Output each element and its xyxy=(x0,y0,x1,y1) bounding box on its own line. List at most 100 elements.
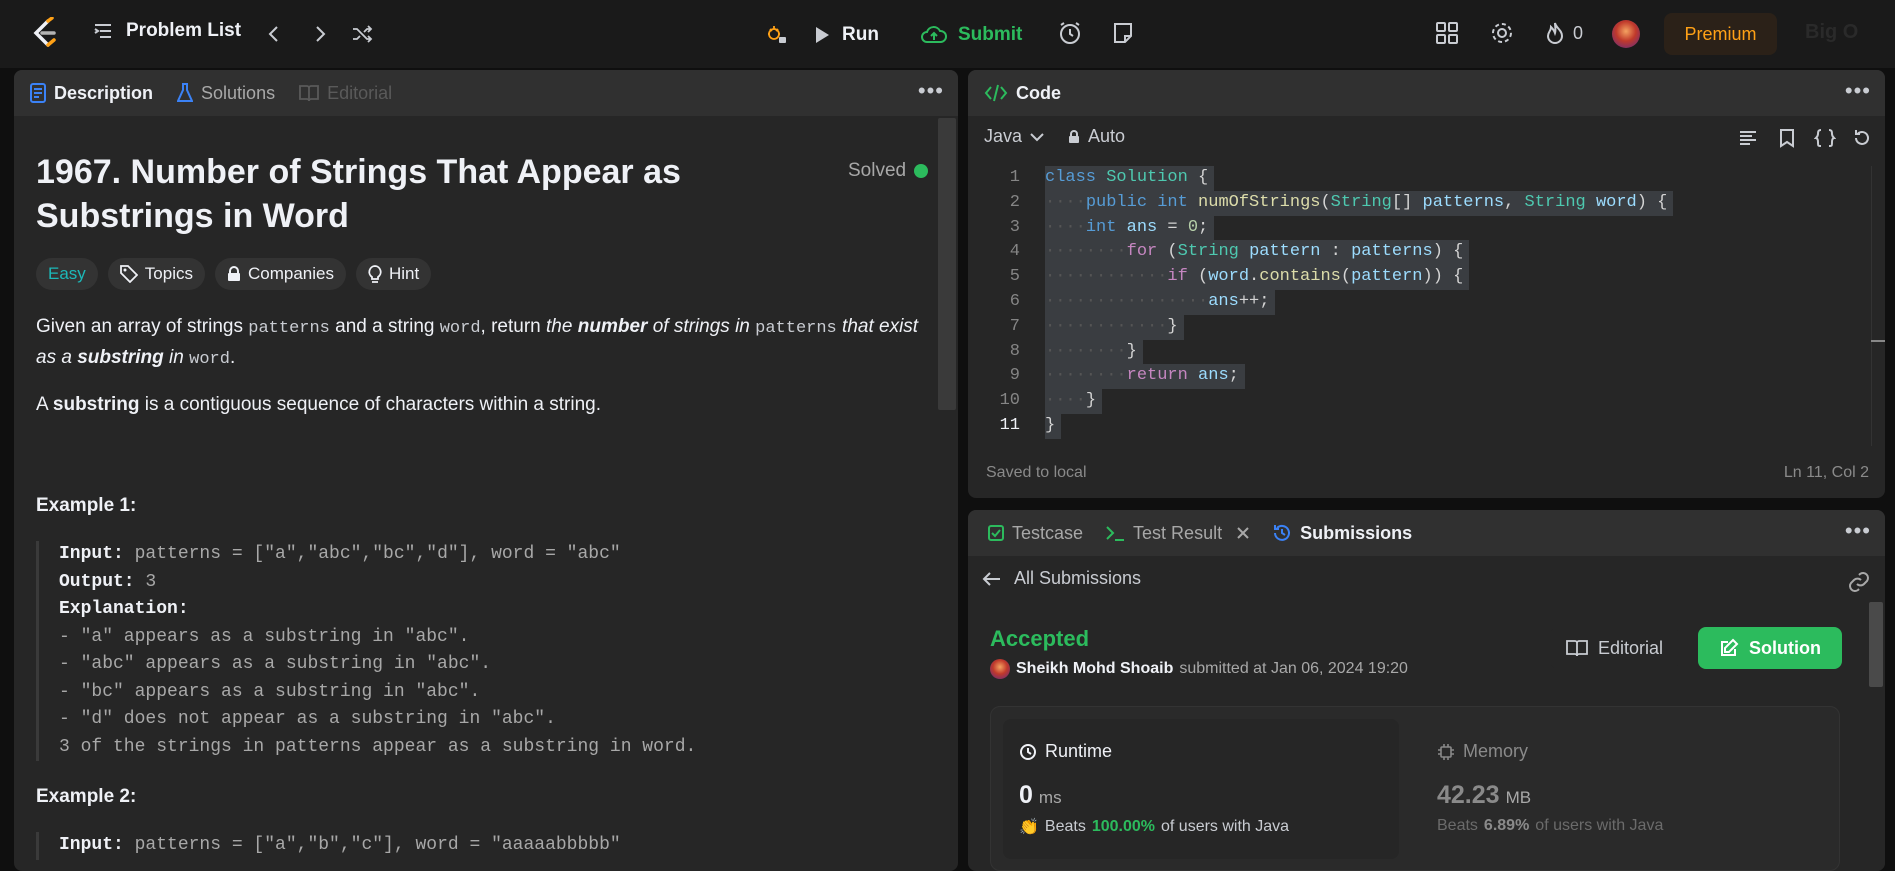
inline-code: patterns xyxy=(755,319,837,338)
statement-bold: number xyxy=(577,316,648,337)
code-scrollbar-marker xyxy=(1871,340,1885,342)
code-more-icon[interactable]: ••• xyxy=(1845,78,1871,104)
run-button[interactable]: Run xyxy=(812,16,879,54)
book-icon xyxy=(1566,640,1588,657)
topics-tag[interactable]: Topics xyxy=(107,258,205,290)
clock-icon xyxy=(1020,743,1036,760)
leetcode-logo-icon[interactable] xyxy=(28,17,60,51)
runtime-beats: 👏 Beats 100.00% of users with Java xyxy=(1019,817,1289,837)
code-line: ····public int numOfStrings(String[] pat… xyxy=(1045,190,1674,216)
problem-list-button[interactable]: Problem List xyxy=(92,20,241,42)
close-icon[interactable] xyxy=(1236,526,1250,540)
companies-tag[interactable]: Companies xyxy=(214,258,346,290)
submissions-more-icon[interactable]: ••• xyxy=(1845,518,1871,544)
memory-card[interactable]: Memory 42.23 MB Beats 6.89% of users with… xyxy=(1421,719,1817,859)
editorial-button[interactable]: Editorial xyxy=(1550,627,1680,669)
code-line: ············} xyxy=(1045,314,1184,340)
tag-icon xyxy=(119,265,138,283)
format-icon[interactable] xyxy=(1738,128,1758,148)
statement-italic: the xyxy=(546,316,578,337)
book-icon xyxy=(299,85,319,102)
tab-solutions-label: Solutions xyxy=(201,82,276,103)
user-avatar[interactable] xyxy=(1612,20,1640,48)
debugger-icon[interactable] xyxy=(764,22,788,46)
description-panel: Description Solutions Editorial ••• 1967… xyxy=(14,70,958,871)
difficulty-badge: Easy xyxy=(36,258,98,290)
example-1-explanation-label: Explanation: xyxy=(59,596,906,624)
line-number: 9 xyxy=(1009,366,1020,386)
next-problem-icon[interactable] xyxy=(308,22,332,46)
code-line: ········return ans; xyxy=(1045,364,1245,390)
code-line: } xyxy=(1045,414,1062,439)
problem-statement: Given an array of strings patterns and a… xyxy=(36,312,926,374)
reset-icon[interactable] xyxy=(1852,128,1872,148)
premium-button[interactable]: Premium xyxy=(1664,13,1777,55)
chip-icon xyxy=(1438,743,1454,760)
beats-suffix: of users with Java xyxy=(1161,818,1290,835)
memory-title: Memory xyxy=(1437,741,1528,762)
memory-value: 42.23 MB xyxy=(1437,781,1531,810)
language-select[interactable]: Java xyxy=(984,126,1044,147)
tab-test-result[interactable]: Test Result xyxy=(1105,523,1250,544)
checkbox-icon xyxy=(988,525,1004,541)
edit-icon xyxy=(1721,638,1739,656)
beats-suffix: of users with Java xyxy=(1535,817,1664,834)
submit-button[interactable]: Submit xyxy=(920,16,1022,54)
code-line: ················ans++; xyxy=(1045,290,1276,315)
big-o-label[interactable]: Big O xyxy=(1805,21,1858,44)
runtime-card[interactable]: Runtime 0 ms 👏 Beats 100.00% of users wit… xyxy=(1003,719,1399,859)
submissions-scrollbar[interactable] xyxy=(1869,602,1883,687)
bookmark-icon[interactable] xyxy=(1778,128,1796,148)
tab-description-label: Description xyxy=(54,82,154,103)
statement-text: . xyxy=(229,347,236,368)
example-1-input: Input: patterns = ["a","abc","bc","d"], … xyxy=(59,541,906,569)
notes-icon[interactable] xyxy=(1110,20,1136,46)
submissions-panel: Testcase Test Result Submissions ••• All… xyxy=(968,510,1885,871)
tab-editorial-label: Editorial xyxy=(327,82,393,103)
statement-text: Given an array of strings xyxy=(36,316,249,337)
line-number: 11 xyxy=(999,416,1020,435)
submitter-name[interactable]: Sheikh Mohd Shoaib xyxy=(1016,660,1173,678)
premium-label: Premium xyxy=(1684,23,1757,44)
submitter-info: Sheikh Mohd Shoaib submitted at Jan 06, … xyxy=(990,659,1408,679)
code-scrollbar[interactable] xyxy=(1871,166,1885,446)
tab-editorial[interactable]: Editorial xyxy=(299,83,392,104)
code-panel: Code ••• Java Auto 1 class Solution { 2 ··… xyxy=(968,70,1885,498)
timer-icon[interactable] xyxy=(1057,20,1083,46)
all-submissions-label: All Submissions xyxy=(1014,568,1142,588)
line-number: 8 xyxy=(1009,341,1020,361)
all-submissions-link[interactable]: All Submissions xyxy=(982,568,1141,589)
auto-mode[interactable]: Auto xyxy=(1068,126,1125,147)
solution-button[interactable]: Solution xyxy=(1698,627,1842,669)
solved-status: Solved xyxy=(848,160,929,182)
example-1-block: Input: patterns = ["a","abc","bc","d"], … xyxy=(36,541,906,761)
tab-description[interactable]: Description xyxy=(30,83,153,104)
flame-icon xyxy=(1546,22,1564,44)
hint-label: Hint xyxy=(388,264,420,283)
layout-icon[interactable] xyxy=(1434,20,1460,46)
statement-italic: in xyxy=(163,347,190,368)
code-editor[interactable]: 1 class Solution { 2 ····public int numOfS… xyxy=(968,166,1885,446)
terminal-icon xyxy=(1106,526,1125,541)
link-icon[interactable] xyxy=(1847,570,1871,594)
tab-solutions[interactable]: Solutions xyxy=(177,83,275,104)
problem-list-label: Problem List xyxy=(126,20,242,41)
problem-title: 1967. Number of Strings That Appear as S… xyxy=(36,153,681,235)
code-line: ········for (String pattern : patterns) … xyxy=(1045,240,1470,266)
example-2-title: Example 2: xyxy=(36,786,137,807)
hint-tag[interactable]: Hint xyxy=(355,258,432,290)
submitter-avatar xyxy=(990,659,1010,679)
tab-testcase[interactable]: Testcase xyxy=(988,523,1083,544)
braces-icon[interactable] xyxy=(1814,128,1836,148)
description-more-icon[interactable]: ••• xyxy=(918,78,944,104)
description-scrollbar[interactable] xyxy=(938,118,956,410)
settings-gear-icon[interactable] xyxy=(1489,20,1515,46)
tab-submissions-label: Submissions xyxy=(1300,522,1413,543)
tab-submissions[interactable]: Submissions xyxy=(1272,523,1412,544)
tab-code[interactable]: Code xyxy=(984,83,1061,104)
streak-counter[interactable]: 0 xyxy=(1545,21,1583,45)
prev-problem-icon[interactable] xyxy=(262,22,286,46)
statement-text: and a string xyxy=(329,316,440,337)
problem-tags: Easy Topics Companies Hint xyxy=(36,258,432,290)
shuffle-icon[interactable] xyxy=(350,22,374,46)
